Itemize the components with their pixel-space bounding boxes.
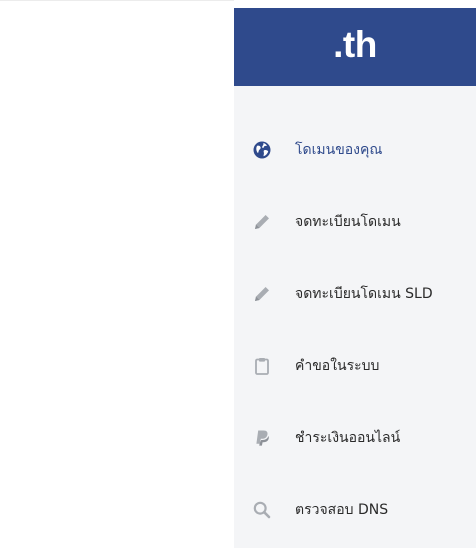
divider [0, 0, 234, 1]
brand-header[interactable]: .th [234, 8, 476, 86]
sidebar-item-requests[interactable]: คำขอในระบบ [234, 344, 476, 388]
sidebar-item-label: จดทะเบียนโดเมน SLD [295, 286, 433, 302]
sidebar: .th โดเมนของคุณ จดทะเบียนโดเมน จดทะเบียน… [234, 8, 476, 548]
sidebar-item-your-domains[interactable]: โดเมนของคุณ [234, 128, 476, 172]
sidebar-item-register-sld[interactable]: จดทะเบียนโดเมน SLD [234, 272, 476, 316]
sidebar-item-online-payment[interactable]: ชำระเงินออนไลน์ [234, 416, 476, 460]
brand-logo: .th [333, 24, 377, 65]
sidebar-item-label: โดเมนของคุณ [295, 142, 383, 158]
clipboard-icon [252, 356, 272, 376]
search-icon [252, 500, 272, 520]
sidebar-item-label: คำขอในระบบ [295, 358, 380, 374]
page: .th โดเมนของคุณ จดทะเบียนโดเมน จดทะเบียน… [0, 0, 476, 548]
paypal-icon [252, 428, 272, 448]
pencil-icon [252, 284, 272, 304]
sidebar-item-register-domain[interactable]: จดทะเบียนโดเมน [234, 200, 476, 244]
sidebar-item-label: ตรวจสอบ DNS [295, 502, 389, 518]
pencil-icon [252, 212, 272, 232]
sidebar-item-label: จดทะเบียนโดเมน [295, 214, 401, 230]
sidebar-item-dns-check[interactable]: ตรวจสอบ DNS [234, 488, 476, 532]
sidebar-item-label: ชำระเงินออนไลน์ [295, 430, 401, 446]
globe-icon [252, 140, 272, 160]
